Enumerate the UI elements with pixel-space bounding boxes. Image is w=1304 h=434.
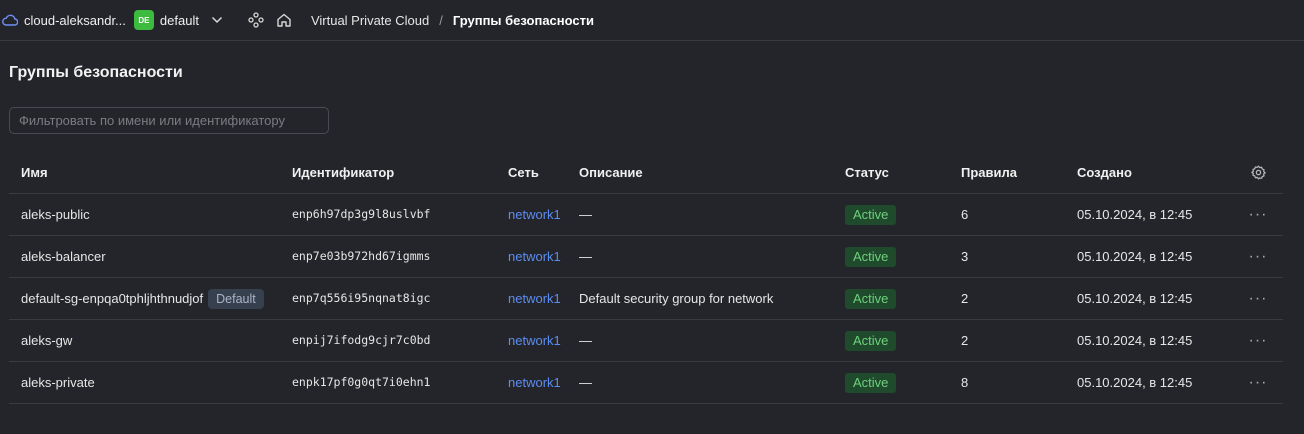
row-status: Active: [845, 236, 897, 277]
row-rules: 8: [961, 375, 969, 390]
row-network-link[interactable]: network1: [508, 362, 561, 403]
more-icon[interactable]: ···: [1245, 362, 1271, 403]
row-description: —: [579, 207, 592, 222]
row-description: Default security group for network: [579, 291, 774, 306]
chevron-down-icon[interactable]: [211, 16, 223, 24]
more-icon[interactable]: ···: [1245, 194, 1271, 235]
gear-icon[interactable]: [1245, 152, 1271, 193]
row-name[interactable]: aleks-public: [21, 194, 90, 235]
breadcrumb-vpc[interactable]: Virtual Private Cloud: [311, 13, 429, 28]
cloud-selector[interactable]: cloud-aleksandr...: [2, 13, 126, 28]
row-created: 05.10.2024, в 12:45: [1077, 375, 1193, 390]
row-status: Active: [845, 194, 897, 235]
row-name[interactable]: aleks-balancer: [21, 236, 106, 277]
home-icon[interactable]: [276, 12, 292, 28]
page-title: Группы безопасности: [9, 64, 183, 81]
row-created: 05.10.2024, в 12:45: [1077, 249, 1193, 264]
row-rules: 2: [961, 291, 969, 306]
cloud-icon: [2, 14, 18, 26]
row-network-link[interactable]: network1: [508, 236, 561, 277]
column-description[interactable]: Описание: [579, 152, 643, 193]
more-icon[interactable]: ···: [1245, 278, 1271, 319]
table-row[interactable]: aleks-gw enpij7ifodg9cjr7c0bd network1 —…: [9, 320, 1283, 362]
more-icon[interactable]: ···: [1245, 236, 1271, 277]
column-created[interactable]: Создано: [1077, 152, 1132, 193]
row-network-link[interactable]: network1: [508, 320, 561, 361]
row-status: Active: [845, 320, 897, 361]
row-name-cell: default-sg-enpqa0tphljhthnudjof Default: [21, 278, 264, 319]
cloud-name: cloud-aleksandr...: [24, 12, 126, 28]
status-badge: Active: [845, 372, 897, 393]
row-name[interactable]: aleks-gw: [21, 320, 72, 361]
row-id: enp7q556i95nqnat8igc: [292, 291, 431, 305]
filter-input[interactable]: [9, 107, 329, 134]
security-groups-table: Имя Идентификатор Сеть Описание Статус П…: [9, 152, 1283, 404]
row-rules: 3: [961, 249, 969, 264]
row-created: 05.10.2024, в 12:45: [1077, 333, 1193, 348]
row-rules: 6: [961, 207, 969, 222]
top-bar: cloud-aleksandr... DE default Virtual Pr…: [0, 0, 1304, 41]
column-name[interactable]: Имя: [21, 152, 48, 193]
table-header: Имя Идентификатор Сеть Описание Статус П…: [9, 152, 1283, 194]
row-description: —: [579, 333, 592, 348]
services-icon[interactable]: [248, 12, 264, 28]
row-description: —: [579, 249, 592, 264]
status-badge: Active: [845, 246, 897, 267]
table-row[interactable]: aleks-private enpk17pf0g0qt7i0ehn1 netwo…: [9, 362, 1283, 404]
table-row[interactable]: aleks-public enp6h97dp3g9l8uslvbf networ…: [9, 194, 1283, 236]
row-status: Active: [845, 362, 897, 403]
folder-badge: DE: [133, 10, 154, 30]
row-network-link[interactable]: network1: [508, 194, 561, 235]
table-row[interactable]: aleks-balancer enp7e03b972hd67igmms netw…: [9, 236, 1283, 278]
row-id: enp6h97dp3g9l8uslvbf: [292, 207, 431, 221]
table-row[interactable]: default-sg-enpqa0tphljhthnudjof Default e…: [9, 278, 1283, 320]
folder-name[interactable]: default: [160, 13, 199, 28]
row-name[interactable]: default-sg-enpqa0tphljhthnudjof: [21, 291, 203, 306]
column-network[interactable]: Сеть: [508, 152, 539, 193]
row-rules: 2: [961, 333, 969, 348]
column-rules[interactable]: Правила: [961, 152, 1017, 193]
row-status: Active: [845, 278, 897, 319]
row-description: —: [579, 375, 592, 390]
row-name[interactable]: aleks-private: [21, 362, 95, 403]
row-id: enpk17pf0g0qt7i0ehn1: [292, 375, 431, 389]
column-id[interactable]: Идентификатор: [292, 152, 394, 193]
status-badge: Active: [845, 330, 897, 351]
row-created: 05.10.2024, в 12:45: [1077, 291, 1193, 306]
row-network-link[interactable]: network1: [508, 278, 561, 319]
more-icon[interactable]: ···: [1245, 320, 1271, 361]
default-tag: Default: [208, 288, 264, 309]
breadcrumb-current: Группы безопасности: [452, 12, 594, 28]
breadcrumb-separator: /: [439, 12, 443, 28]
column-status[interactable]: Статус: [845, 152, 889, 193]
status-badge: Active: [845, 288, 897, 309]
row-id: enpij7ifodg9cjr7c0bd: [292, 333, 431, 347]
row-id: enp7e03b972hd67igmms: [292, 249, 431, 263]
row-created: 05.10.2024, в 12:45: [1077, 207, 1193, 222]
status-badge: Active: [845, 204, 897, 225]
